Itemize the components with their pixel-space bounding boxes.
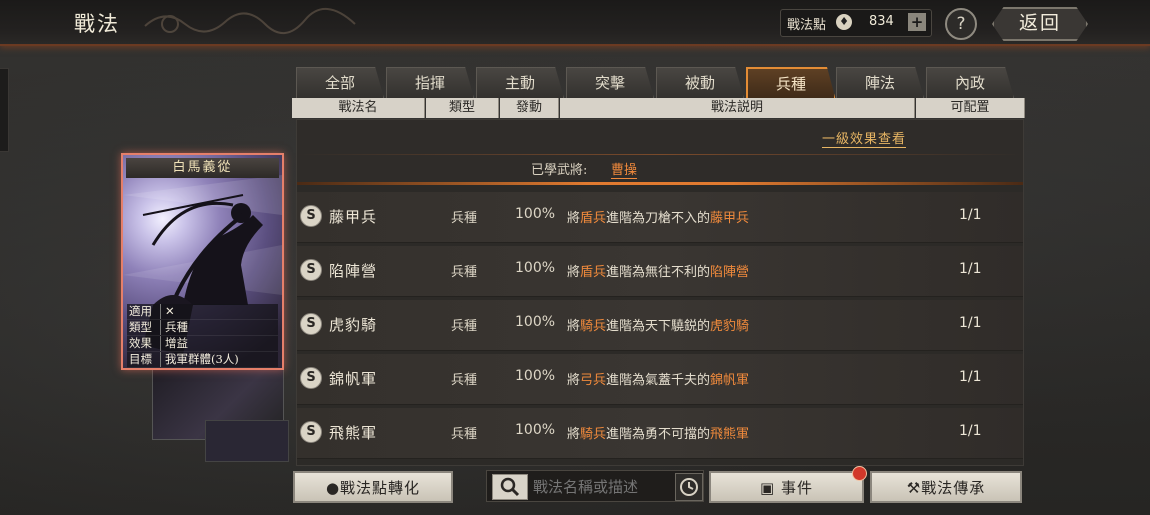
tactic-description: 將盾兵進階為刀槍不入的藤甲兵 <box>567 211 750 226</box>
selection-divider <box>297 182 1023 185</box>
tab-all[interactable]: 全部 <box>296 67 384 98</box>
tactic-type: 兵種 <box>451 373 478 388</box>
tactic-rate: 100% <box>515 314 556 330</box>
search-input[interactable] <box>531 475 673 499</box>
tab-passive[interactable]: 被動 <box>656 67 744 98</box>
tactic-points-value: 834 <box>869 14 894 29</box>
card-info-table: 適用 ✕ 類型 兵種 效果 增益 目標 我軍群體(3人) <box>127 304 278 368</box>
tactic-name: 虎豹騎 <box>329 316 378 334</box>
column-type[interactable]: 類型 <box>426 98 499 118</box>
tab-command[interactable]: 指揮 <box>386 67 474 98</box>
tactic-name: 陷陣營 <box>329 262 378 280</box>
tactic-row[interactable]: S 藤甲兵 兵種 100% 將盾兵進階為刀槍不入的藤甲兵 1/1 <box>297 192 1023 243</box>
divider <box>297 154 1023 155</box>
add-points-button[interactable]: + <box>908 13 926 31</box>
tactic-type: 兵種 <box>451 427 478 442</box>
flame-icon: ♦ <box>836 14 852 30</box>
tactic-list-panel[interactable]: 一級效果查看 已學武將: 曹操 S 藤甲兵 兵種 100% 將盾兵進階為刀槍不入… <box>296 119 1024 466</box>
search-box <box>486 470 704 502</box>
tactic-inherit-button[interactable]: ⚒戰法傳承 <box>870 471 1022 503</box>
tactic-rate: 100% <box>515 260 556 276</box>
tactic-name: 錦帆軍 <box>329 370 378 388</box>
crossed-swords-icon: ✕ <box>165 304 175 318</box>
tactic-rate: 100% <box>515 206 556 222</box>
help-button[interactable]: ? <box>945 8 977 40</box>
tactic-type: 兵種 <box>451 211 478 226</box>
tactic-count: 1/1 <box>959 261 982 277</box>
column-available[interactable]: 可配置 <box>916 98 1025 118</box>
tactic-row[interactable]: S 陷陣營 兵種 100% 將盾兵進階為無往不利的陷陣營 1/1 <box>297 246 1023 297</box>
back-button[interactable]: 返回 <box>992 7 1088 41</box>
top-bar: 戰法 戰法點 ♦ 834 + ? 返回 <box>0 0 1150 46</box>
tactic-name: 飛熊軍 <box>329 424 378 442</box>
tactic-rate: 100% <box>515 368 556 384</box>
card-info-row: 類型 兵種 <box>127 320 278 336</box>
learned-general-label: 已學武將: <box>531 163 588 178</box>
learned-general-name[interactable]: 曹操 <box>611 159 638 179</box>
tactic-row[interactable]: S 飛熊軍 兵種 100% 將騎兵進階為勇不可擋的飛熊軍 1/1 <box>297 408 1023 459</box>
column-description: 戰法説明 <box>560 98 915 118</box>
column-header: 戰法名 類型 發動 戰法説明 可配置 <box>292 98 1025 118</box>
tab-internal-affairs[interactable]: 內政 <box>926 67 1014 98</box>
column-tactic-name[interactable]: 戰法名 <box>292 98 425 118</box>
tactic-description: 將弓兵進階為氣蓋千夫的錦帆軍 <box>567 373 750 388</box>
tab-assault[interactable]: 突擊 <box>566 67 654 98</box>
column-activation[interactable]: 發動 <box>500 98 559 118</box>
selected-tactic-detail: 一級效果查看 已學武將: 曹操 <box>297 120 1023 182</box>
notification-dot <box>852 466 867 481</box>
tactic-count: 1/1 <box>959 423 982 439</box>
convert-points-button[interactable]: ●戰法點轉化 <box>293 471 453 503</box>
tactic-rate: 100% <box>515 422 556 438</box>
tab-formation[interactable]: 陣法 <box>836 67 924 98</box>
tactic-description: 將騎兵進階為天下驍鋭的虎豹騎 <box>567 319 750 334</box>
card-info-row: 目標 我軍群體(3人) <box>127 352 278 368</box>
camera-icon: ▣ <box>760 479 776 497</box>
grade-badge: S <box>300 367 322 389</box>
page-title: 戰法 <box>74 12 120 36</box>
card-stack-back <box>205 420 289 462</box>
tactic-description: 將騎兵進階為勇不可擋的飛熊軍 <box>567 427 750 442</box>
tab-active[interactable]: 主動 <box>476 67 564 98</box>
tactic-points-label: 戰法點 <box>787 18 827 33</box>
tactic-type: 兵種 <box>451 265 478 280</box>
tactic-name: 藤甲兵 <box>329 208 378 226</box>
tactic-description: 將盾兵進階為無往不利的陷陣營 <box>567 265 750 280</box>
hammer-icon: ⚒ <box>906 479 922 497</box>
tactic-row[interactable]: S 虎豹騎 兵種 100% 將騎兵進階為天下驍鋭的虎豹騎 1/1 <box>297 300 1023 351</box>
tactic-points-display: 戰法點 ♦ 834 + <box>780 9 932 37</box>
tactic-type: 兵種 <box>451 319 478 334</box>
card-info-row: 效果 增益 <box>127 336 278 352</box>
grade-badge: S <box>300 259 322 281</box>
card-info-row: 適用 ✕ <box>127 304 278 320</box>
tactic-row[interactable]: S 錦帆軍 兵種 100% 將弓兵進階為氣蓋千夫的錦帆軍 1/1 <box>297 354 1023 405</box>
tab-troop-type[interactable]: 兵種 <box>746 67 836 101</box>
grade-badge: S <box>300 313 322 335</box>
card-title: 白馬義從 <box>126 158 279 178</box>
tab-bar: 全部 指揮 主動 突擊 被動 兵種 陣法 內政 <box>296 67 1020 101</box>
level-one-effect-link[interactable]: 一級效果查看 <box>822 128 907 148</box>
tactic-count: 1/1 <box>959 207 982 223</box>
clock-icon[interactable] <box>675 473 703 501</box>
tactic-count: 1/1 <box>959 369 982 385</box>
search-icon[interactable] <box>492 474 528 500</box>
decorative-swirl-icon <box>144 7 356 34</box>
tactic-count: 1/1 <box>959 315 982 331</box>
event-button[interactable]: ▣ 事件 <box>709 471 864 503</box>
grade-badge: S <box>300 205 322 227</box>
grade-badge: S <box>300 421 322 443</box>
tactic-card[interactable]: 白馬義從 適用 ✕ 類型 兵種 效果 增益 目標 我軍群體(3人) <box>121 153 284 370</box>
drop-icon: ● <box>325 479 341 497</box>
side-drawer-handle[interactable] <box>0 68 9 152</box>
